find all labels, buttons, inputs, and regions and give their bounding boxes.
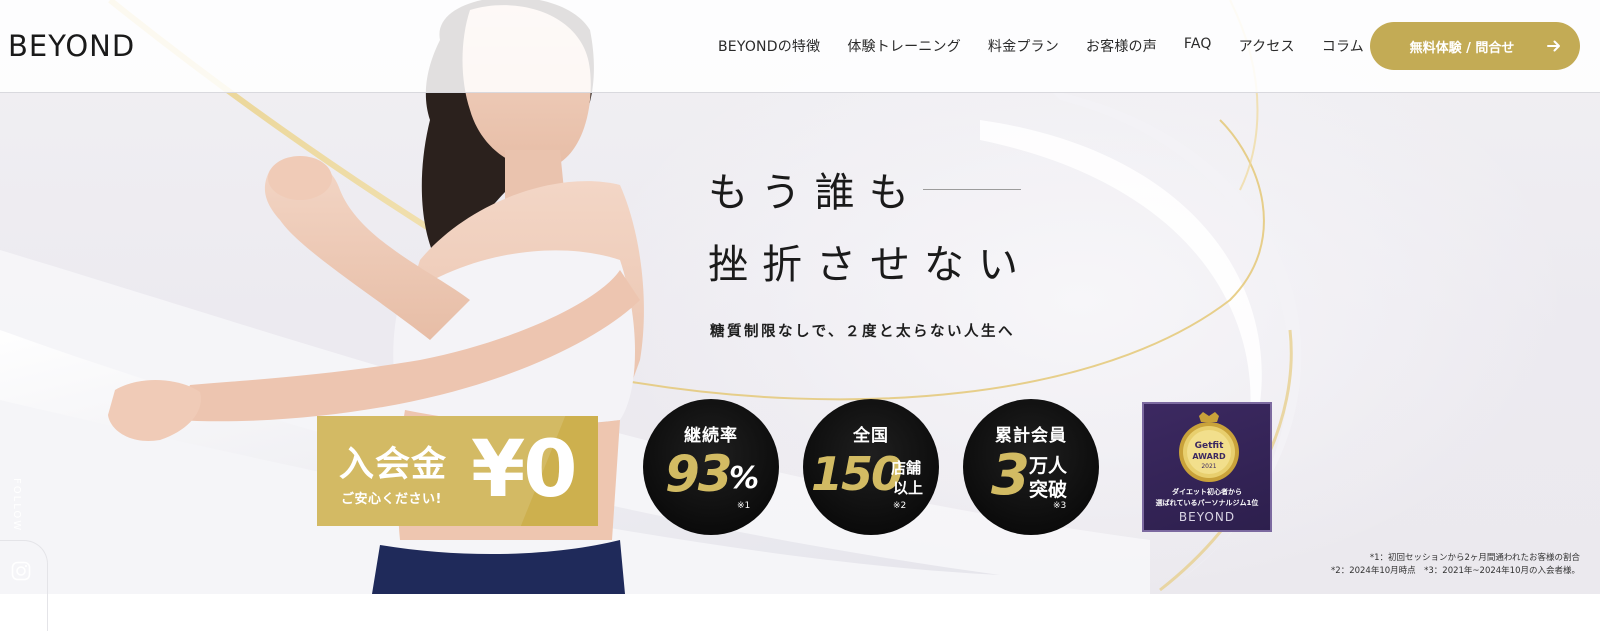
- stat-suffix: %: [729, 461, 760, 496]
- nav-trial-training[interactable]: 体験トレーニング: [847, 36, 961, 56]
- logo-text: BEYOND: [8, 30, 135, 60]
- fee-label: 入会金: [339, 445, 448, 485]
- award-text-line-1: ダイエット初心者から: [1172, 488, 1242, 496]
- medal-brand: Getfit: [1195, 441, 1224, 451]
- stat-number: 150: [811, 447, 903, 501]
- fee-value: ¥0: [471, 425, 578, 515]
- stat-number: 3: [991, 443, 1030, 508]
- headline-text-1: もう誰も: [708, 170, 923, 216]
- hero-subcopy: 糖質制限なしで、２度と太らない人生へ: [710, 324, 1015, 340]
- award-text: ダイエット初心者から 選ばれているパーソナルジム1位: [1144, 487, 1270, 509]
- stat-suffix-bottom: 突破: [1029, 479, 1068, 501]
- nav-column[interactable]: コラム: [1322, 36, 1364, 56]
- instagram-icon[interactable]: [11, 561, 31, 581]
- headline-rule: [922, 188, 1021, 190]
- award-text-line-2: 選ばれているパーソナルジム1位: [1155, 499, 1259, 507]
- stat-suffix-top: 店舗: [891, 459, 922, 477]
- trial-contact-button[interactable]: 無料体験 / 問合せ: [1370, 22, 1580, 70]
- stat-members: 累計会員 3 万人 突破 ※3: [963, 399, 1099, 535]
- nav-testimonials[interactable]: お客様の声: [1086, 36, 1157, 56]
- stat-ref: ※1: [737, 501, 751, 511]
- beyond-logo[interactable]: BEYOND: [8, 30, 150, 60]
- stat-title: 継続率: [684, 426, 738, 446]
- stat-retention: 継続率 93 % ※1: [643, 399, 779, 535]
- footnotes: *1：初回セッションから2ヶ月間通われたお客様の割合 *2：2024年10月時点…: [1331, 552, 1580, 578]
- medal-title: AWARD: [1192, 452, 1226, 461]
- medal-year: 2021: [1201, 463, 1216, 470]
- stat-ref: ※2: [893, 501, 907, 511]
- nav-features[interactable]: BEYONDの特徴: [718, 36, 820, 56]
- stat-suffix-top: 万人: [1029, 455, 1068, 477]
- stat-number: 93: [665, 445, 733, 503]
- stat-title: 全国: [853, 426, 889, 446]
- nav-access[interactable]: アクセス: [1239, 36, 1295, 56]
- stat-stores: 全国 150 店舗 以上 ※2: [803, 399, 939, 535]
- arrow-right-icon: [1547, 40, 1560, 52]
- nav-pricing[interactable]: 料金プラン: [988, 36, 1059, 56]
- hero-headline: もう誰も 挫折させない: [708, 160, 1032, 290]
- stat-title: 累計会員: [995, 426, 1067, 446]
- nav-faq[interactable]: FAQ: [1184, 36, 1212, 56]
- cta-label: 無料体験 / 問合せ: [1409, 40, 1515, 56]
- follow-label: FOLLOW: [11, 478, 22, 533]
- footnote-line-2: *2：2024年10月時点 *3：2021年~2024年10月の入会者様。: [1331, 566, 1580, 576]
- award-badge: Getfit AWARD 2021 ダイエット初心者から 選ばれているパーソナル…: [1142, 402, 1272, 532]
- site-header: BEYOND BEYONDの特徴 体験トレーニング 料金プラン お客様の声 FA…: [0, 0, 1600, 93]
- headline-line-2: 挫折させない: [708, 242, 1032, 288]
- footnote-line-1: *1：初回セッションから2ヶ月間通われたお客様の割合: [1369, 553, 1580, 563]
- award-medal-icon: Getfit AWARD 2021: [1179, 412, 1239, 482]
- stat-suffix-bottom: 以上: [893, 479, 924, 497]
- award-logo: BEYOND: [1178, 510, 1236, 524]
- stat-ref: ※3: [1053, 501, 1067, 511]
- entry-fee-panel: 入会金 ご安心ください! ¥0: [317, 416, 598, 526]
- follow-frame: [0, 540, 48, 631]
- main-nav: BEYONDの特徴 体験トレーニング 料金プラン お客様の声 FAQ アクセス …: [718, 36, 1391, 56]
- fee-note: ご安心ください!: [341, 492, 442, 507]
- headline-line-1: もう誰も: [708, 160, 1032, 218]
